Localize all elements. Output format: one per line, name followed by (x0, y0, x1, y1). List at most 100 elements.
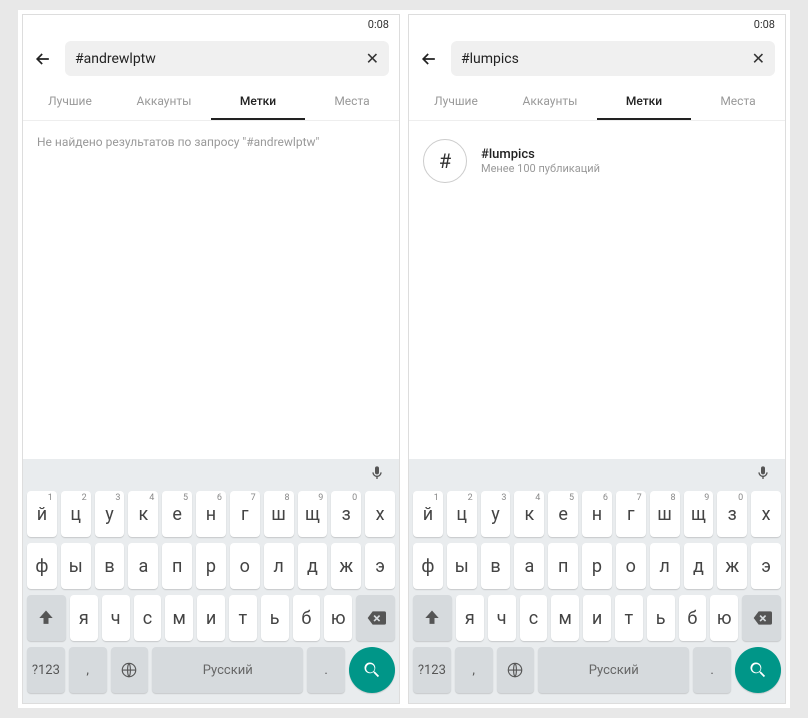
key-щ[interactable]: щ9 (684, 491, 714, 537)
tab-2[interactable]: Метки (597, 84, 691, 120)
key-р[interactable]: р (196, 543, 226, 589)
tab-1[interactable]: Аккаунты (117, 84, 211, 120)
key-м[interactable]: м (165, 595, 193, 641)
key-ц[interactable]: ц2 (447, 491, 477, 537)
search-value: #andrewlptw (75, 51, 366, 67)
key-е[interactable]: е5 (162, 491, 192, 537)
key-о[interactable]: о (230, 543, 260, 589)
key-ф[interactable]: ф (413, 543, 443, 589)
key-ц[interactable]: ц2 (61, 491, 91, 537)
key-э[interactable]: э (751, 543, 781, 589)
key-х[interactable]: х (751, 491, 781, 537)
key-н[interactable]: н6 (582, 491, 612, 537)
key-з[interactable]: з0 (331, 491, 361, 537)
key-ж[interactable]: ж (717, 543, 747, 589)
key-ю[interactable]: ю (324, 595, 352, 641)
key-к[interactable]: к4 (128, 491, 158, 537)
key-ш[interactable]: ш8 (650, 491, 680, 537)
key-у[interactable]: у3 (481, 491, 511, 537)
mic-icon[interactable] (755, 465, 771, 485)
key-о[interactable]: о (616, 543, 646, 589)
key-м[interactable]: м (551, 595, 579, 641)
key-б[interactable]: б (293, 595, 321, 641)
key-г[interactable]: г7 (230, 491, 260, 537)
key-у[interactable]: у3 (95, 491, 125, 537)
key-з[interactable]: з0 (717, 491, 747, 537)
tab-3[interactable]: Места (691, 84, 785, 120)
space-key[interactable]: Русский (152, 647, 303, 693)
result-item[interactable]: ##lumpicsМенее 100 публикаций (423, 135, 771, 187)
result-tag: #lumpics (481, 147, 600, 162)
back-button[interactable] (419, 49, 439, 69)
comma-key[interactable]: , (69, 647, 107, 693)
backspace-key[interactable] (356, 595, 395, 641)
symbols-key[interactable]: ?123 (27, 647, 65, 693)
key-с[interactable]: с (134, 595, 162, 641)
clear-icon[interactable]: ✕ (752, 49, 765, 68)
key-р[interactable]: р (582, 543, 612, 589)
globe-key[interactable] (111, 647, 149, 693)
tab-1[interactable]: Аккаунты (503, 84, 597, 120)
tabs: ЛучшиеАккаунтыМеткиМеста (23, 84, 399, 121)
key-т[interactable]: т (229, 595, 257, 641)
tab-3[interactable]: Места (305, 84, 399, 120)
search-input[interactable]: #andrewlptw✕ (65, 41, 389, 76)
key-щ[interactable]: щ9 (298, 491, 328, 537)
key-а[interactable]: а (514, 543, 544, 589)
key-в[interactable]: в (95, 543, 125, 589)
key-б[interactable]: б (679, 595, 707, 641)
key-е[interactable]: е5 (548, 491, 578, 537)
key-к[interactable]: к4 (514, 491, 544, 537)
key-й[interactable]: й1 (413, 491, 443, 537)
space-key[interactable]: Русский (538, 647, 689, 693)
key-с[interactable]: с (520, 595, 548, 641)
key-ж[interactable]: ж (331, 543, 361, 589)
key-я[interactable]: я (70, 595, 98, 641)
key-ю[interactable]: ю (710, 595, 738, 641)
key-т[interactable]: т (615, 595, 643, 641)
backspace-key[interactable] (742, 595, 781, 641)
key-д[interactable]: д (684, 543, 714, 589)
back-button[interactable] (33, 49, 53, 69)
globe-key[interactable] (497, 647, 535, 693)
no-results-text: Не найдено результатов по запросу "#andr… (37, 135, 385, 149)
key-х[interactable]: х (365, 491, 395, 537)
tab-2[interactable]: Метки (211, 84, 305, 120)
key-в[interactable]: в (481, 543, 511, 589)
key-ч[interactable]: ч (488, 595, 516, 641)
tab-0[interactable]: Лучшие (409, 84, 503, 120)
key-н[interactable]: н6 (196, 491, 226, 537)
key-ш[interactable]: ш8 (264, 491, 294, 537)
key-ф[interactable]: ф (27, 543, 57, 589)
key-ь[interactable]: ь (261, 595, 289, 641)
key-д[interactable]: д (298, 543, 328, 589)
key-и[interactable]: и (197, 595, 225, 641)
symbols-key[interactable]: ?123 (413, 647, 451, 693)
clear-icon[interactable]: ✕ (366, 49, 379, 68)
search-key[interactable] (349, 647, 395, 693)
search-input[interactable]: #lumpics✕ (451, 41, 775, 76)
key-п[interactable]: п (548, 543, 578, 589)
key-э[interactable]: э (365, 543, 395, 589)
key-ч[interactable]: ч (102, 595, 130, 641)
key-ы[interactable]: ы (61, 543, 91, 589)
key-ь[interactable]: ь (647, 595, 675, 641)
key-а[interactable]: а (128, 543, 158, 589)
key-л[interactable]: л (650, 543, 680, 589)
shift-key[interactable] (413, 595, 452, 641)
key-я[interactable]: я (456, 595, 484, 641)
key-п[interactable]: п (162, 543, 192, 589)
period-key[interactable]: . (693, 647, 731, 693)
key-г[interactable]: г7 (616, 491, 646, 537)
key-и[interactable]: и (583, 595, 611, 641)
period-key[interactable]: . (307, 647, 345, 693)
search-key[interactable] (735, 647, 781, 693)
shift-key[interactable] (27, 595, 66, 641)
key-й[interactable]: й1 (27, 491, 57, 537)
key-л[interactable]: л (264, 543, 294, 589)
key-ы[interactable]: ы (447, 543, 477, 589)
comma-key[interactable]: , (455, 647, 493, 693)
tab-0[interactable]: Лучшие (23, 84, 117, 120)
mic-icon[interactable] (369, 465, 385, 485)
result-sub: Менее 100 публикаций (481, 162, 600, 175)
